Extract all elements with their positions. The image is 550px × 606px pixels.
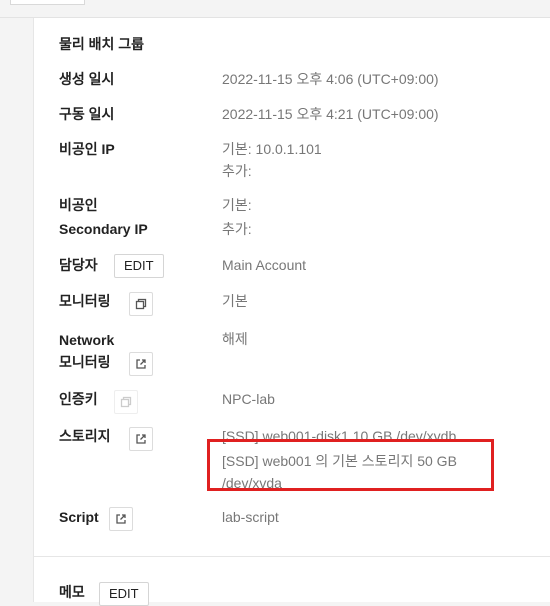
script-link-button[interactable] <box>109 507 133 531</box>
auth-key-label: 인증키 <box>59 391 98 407</box>
secondary-ip-label-line2: Secondary IP <box>59 221 148 237</box>
script-label: Script <box>59 509 99 525</box>
memo-edit-button[interactable]: EDIT <box>99 582 149 606</box>
script-value: lab-script <box>222 509 279 525</box>
private-ip-label: 비공인 IP <box>59 141 115 157</box>
external-link-icon <box>116 514 126 524</box>
secondary-ip-label-line1: 비공인 <box>59 197 98 213</box>
storage-label: 스토리지 <box>59 428 111 444</box>
started-label: 구동 일시 <box>59 106 115 122</box>
private-ip-additional: 추가: <box>222 163 252 179</box>
storage-item: [SSD] web001-disk1 10 GB /dev/xvdb <box>222 428 457 444</box>
network-monitoring-label-line2: 모니터링 <box>59 354 111 370</box>
network-monitoring-link-button[interactable] <box>129 352 153 376</box>
network-monitoring-value: 해제 <box>222 331 248 347</box>
secondary-ip-primary: 기본: <box>222 197 252 213</box>
manager-label: 담당자 <box>59 257 98 273</box>
storage-item: /dev/xvda <box>222 475 282 491</box>
monitoring-label: 모니터링 <box>59 293 111 309</box>
tab-stub <box>10 0 85 5</box>
monitoring-value: 기본 <box>222 293 248 309</box>
auth-key-value: NPC-lab <box>222 391 275 407</box>
secondary-ip-additional: 추가: <box>222 221 252 237</box>
storage-link-button[interactable] <box>129 427 153 451</box>
network-monitoring-label-line1: Network <box>59 332 115 348</box>
monitoring-open-button[interactable] <box>129 292 153 316</box>
storage-item: [SSD] web001 의 기본 스토리지 50 GB <box>222 453 457 469</box>
external-link-icon <box>136 359 146 369</box>
private-ip-primary: 기본: 10.0.1.101 <box>222 141 322 157</box>
manager-edit-button[interactable]: EDIT <box>114 254 164 278</box>
window-restore-icon <box>120 396 132 408</box>
started-value: 2022-11-15 오후 4:21 (UTC+09:00) <box>222 106 439 122</box>
section-divider <box>34 556 550 557</box>
memo-label: 메모 <box>59 584 85 600</box>
external-link-icon <box>136 434 146 444</box>
created-label: 생성 일시 <box>59 71 115 87</box>
placement-group-label: 물리 배치 그룹 <box>59 36 145 52</box>
manager-value: Main Account <box>222 257 307 273</box>
auth-key-button[interactable] <box>114 390 138 414</box>
window-restore-icon <box>135 298 147 310</box>
created-value: 2022-11-15 오후 4:06 (UTC+09:00) <box>222 71 439 87</box>
